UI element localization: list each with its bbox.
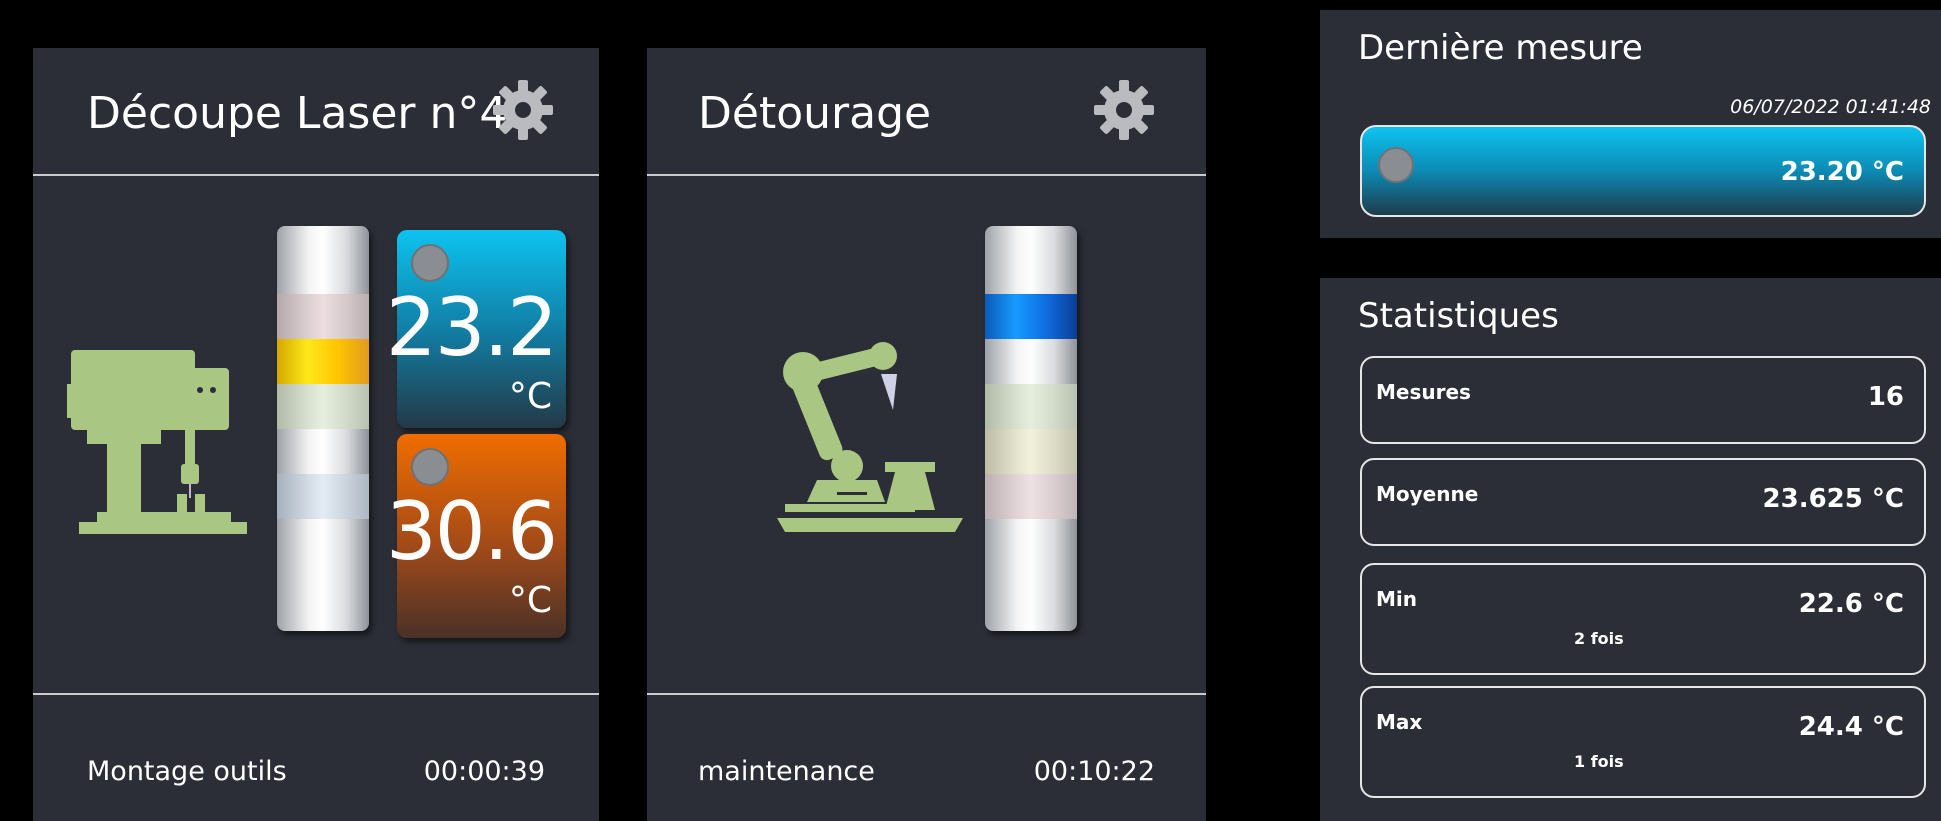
- machine-title: Détourage: [698, 88, 932, 139]
- last-measure-value: 23.20 °C: [1780, 157, 1904, 187]
- measure-timestamp: 06/07/2022 01:41:48: [1730, 96, 1931, 118]
- tower-segment: [277, 384, 369, 429]
- tower-segment: [985, 474, 1077, 519]
- last-measure-bar[interactable]: 23.20 °C: [1360, 125, 1926, 217]
- last-measure-panel: Dernière mesure 06/07/2022 01:41:48 23.2…: [1320, 10, 1941, 238]
- machine-card-laser[interactable]: Découpe Laser n°4 23.2 °C 30.6 °C Montag…: [33, 48, 599, 821]
- stat-value: 23.625 °C: [1762, 484, 1904, 514]
- temperature-value: 23.2: [385, 281, 558, 374]
- indicator-dot: [411, 448, 449, 486]
- tower-segment-active: [985, 294, 1077, 339]
- temperature-unit: °C: [508, 376, 552, 417]
- stat-row-max: Max 24.4 °C 1 fois: [1360, 686, 1926, 798]
- temperature-value: 30.6: [385, 485, 558, 578]
- divider: [33, 174, 599, 176]
- temperature-tile-2[interactable]: 30.6 °C: [386, 434, 566, 638]
- status-label: maintenance: [698, 756, 875, 787]
- stat-count: 2 fois: [1574, 629, 1624, 648]
- gear-icon[interactable]: [1092, 78, 1156, 142]
- indicator-dot: [411, 244, 449, 282]
- divider: [33, 693, 599, 695]
- stat-value: 24.4 °C: [1798, 712, 1904, 742]
- temperature-tile-1[interactable]: 23.2 °C: [386, 230, 566, 428]
- tower-segment: [985, 384, 1077, 429]
- status-time: 00:00:39: [423, 756, 545, 787]
- tower-segment: [277, 294, 369, 339]
- stat-label: Max: [1376, 710, 1423, 734]
- stat-count: 1 fois: [1574, 752, 1624, 771]
- stat-value: 16: [1867, 382, 1904, 412]
- status-label: Montage outils: [87, 756, 287, 787]
- machine-card-detourage[interactable]: Détourage maintenance 00:10:22: [647, 48, 1206, 821]
- divider: [647, 693, 1206, 695]
- gear-icon[interactable]: [491, 78, 555, 142]
- status-time: 00:10:22: [1033, 756, 1155, 787]
- robot-arm-icon: [777, 342, 967, 536]
- stat-label: Moyenne: [1376, 482, 1479, 506]
- tower-segment: [277, 474, 369, 519]
- indicator-dot: [1378, 147, 1414, 183]
- stat-row-min: Min 22.6 °C 2 fois: [1360, 563, 1926, 675]
- section-title: Dernière mesure: [1358, 28, 1643, 68]
- stat-row-moyenne: Moyenne 23.625 °C: [1360, 458, 1926, 546]
- signal-tower: [985, 226, 1077, 631]
- stat-row-mesures: Mesures 16: [1360, 356, 1926, 444]
- stats-panel: Statistiques Mesures 16 Moyenne 23.625 °…: [1320, 278, 1941, 821]
- temperature-unit: °C: [508, 580, 552, 621]
- stat-value: 22.6 °C: [1798, 589, 1904, 619]
- machine-title: Découpe Laser n°4: [87, 88, 508, 139]
- stat-label: Mesures: [1376, 380, 1471, 404]
- divider: [647, 174, 1206, 176]
- tower-segment-active: [277, 339, 369, 384]
- signal-tower: [277, 226, 369, 631]
- section-title: Statistiques: [1358, 296, 1559, 336]
- drill-press-icon: [67, 344, 249, 538]
- tower-segment: [985, 429, 1077, 474]
- stat-label: Min: [1376, 587, 1417, 611]
